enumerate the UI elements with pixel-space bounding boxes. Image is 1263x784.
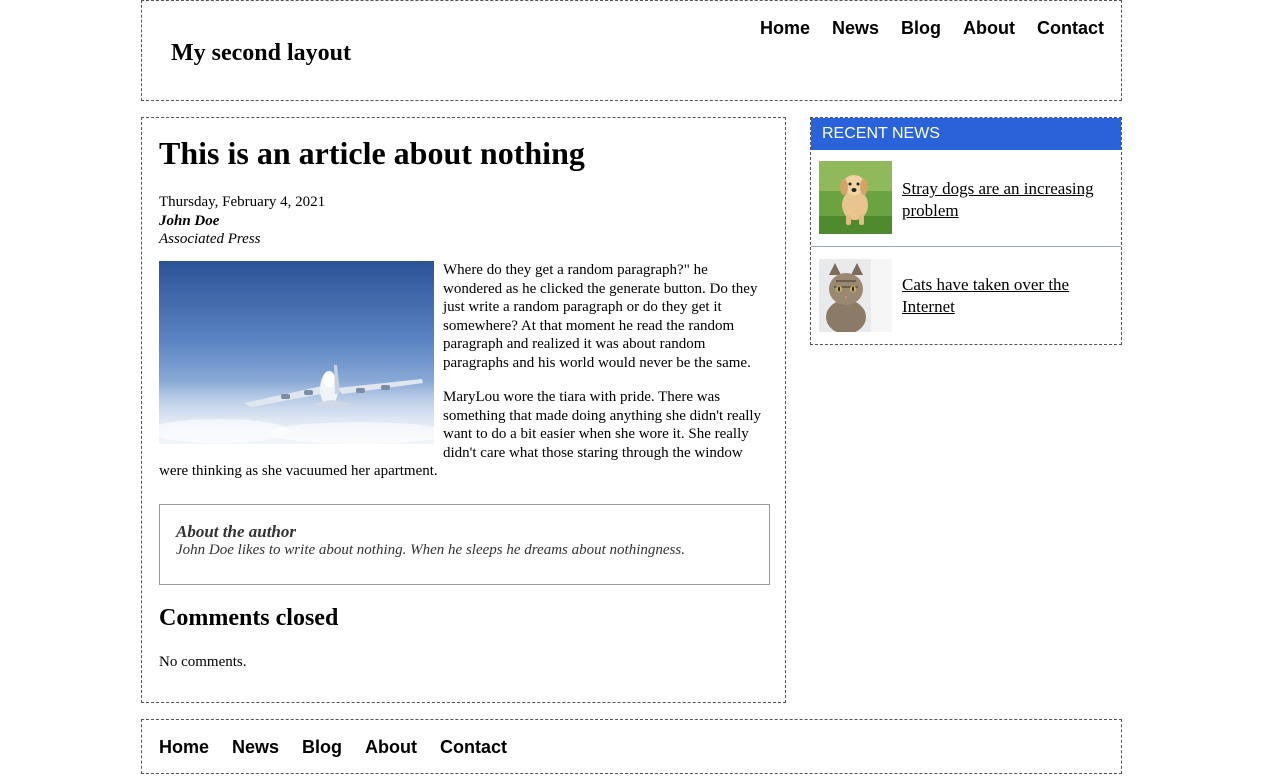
footer-nav-contact[interactable]: Contact — [440, 736, 507, 758]
footer-nav-home[interactable]: Home — [159, 736, 209, 758]
nav-about[interactable]: About — [963, 17, 1015, 39]
article-title: This is an article about nothing — [159, 135, 585, 171]
nav-news[interactable]: News — [832, 17, 879, 39]
recent-news-sidebar: RECENT NEWS Stray dogs are an increasing… — [810, 117, 1122, 345]
news-item: Stray dogs are an increasing problem — [811, 150, 1121, 247]
footer-nav-blog[interactable]: Blog — [302, 736, 342, 758]
about-author-box: About the author John Doe likes to write… — [159, 504, 770, 585]
article-meta: Thursday, February 4, 2021 John Doe Asso… — [159, 193, 325, 249]
comments-text: No comments. — [159, 654, 247, 670]
site-footer: Home News Blog About Contact — [141, 719, 1122, 774]
about-author-title: About the author — [176, 522, 296, 541]
top-nav: Home News Blog About Contact — [760, 17, 1104, 39]
site-header: My second layout Home News Blog About Co… — [141, 0, 1122, 101]
site-title: My second layout — [171, 40, 351, 66]
news-link-cats[interactable]: Cats have taken over the Internet — [902, 274, 1112, 317]
article-date: Thursday, February 4, 2021 — [159, 194, 326, 210]
news-item: Cats have taken over the Internet — [811, 247, 1121, 344]
cat-photo[interactable] — [819, 259, 892, 332]
comments-title: Comments closed — [159, 605, 339, 631]
article-author: John Doe — [159, 212, 220, 229]
nav-contact[interactable]: Contact — [1037, 17, 1104, 39]
footer-nav-about[interactable]: About — [365, 736, 417, 758]
recent-news-header: RECENT NEWS — [811, 118, 1121, 150]
about-author-text: John Doe likes to write about nothing. W… — [176, 542, 685, 558]
airplane-photo — [159, 261, 434, 444]
footer-nav-news[interactable]: News — [232, 736, 279, 758]
footer-nav: Home News Blog About Contact — [159, 736, 507, 758]
article: This is an article about nothing Thursda… — [141, 117, 786, 703]
puppy-photo[interactable] — [819, 161, 892, 234]
nav-blog[interactable]: Blog — [901, 17, 941, 39]
article-body: Where do they get a random paragraph?" h… — [159, 261, 770, 497]
news-link-stray-dogs[interactable]: Stray dogs are an increasing problem — [902, 178, 1112, 221]
article-agency: Associated Press — [159, 231, 261, 247]
nav-home[interactable]: Home — [760, 17, 810, 39]
